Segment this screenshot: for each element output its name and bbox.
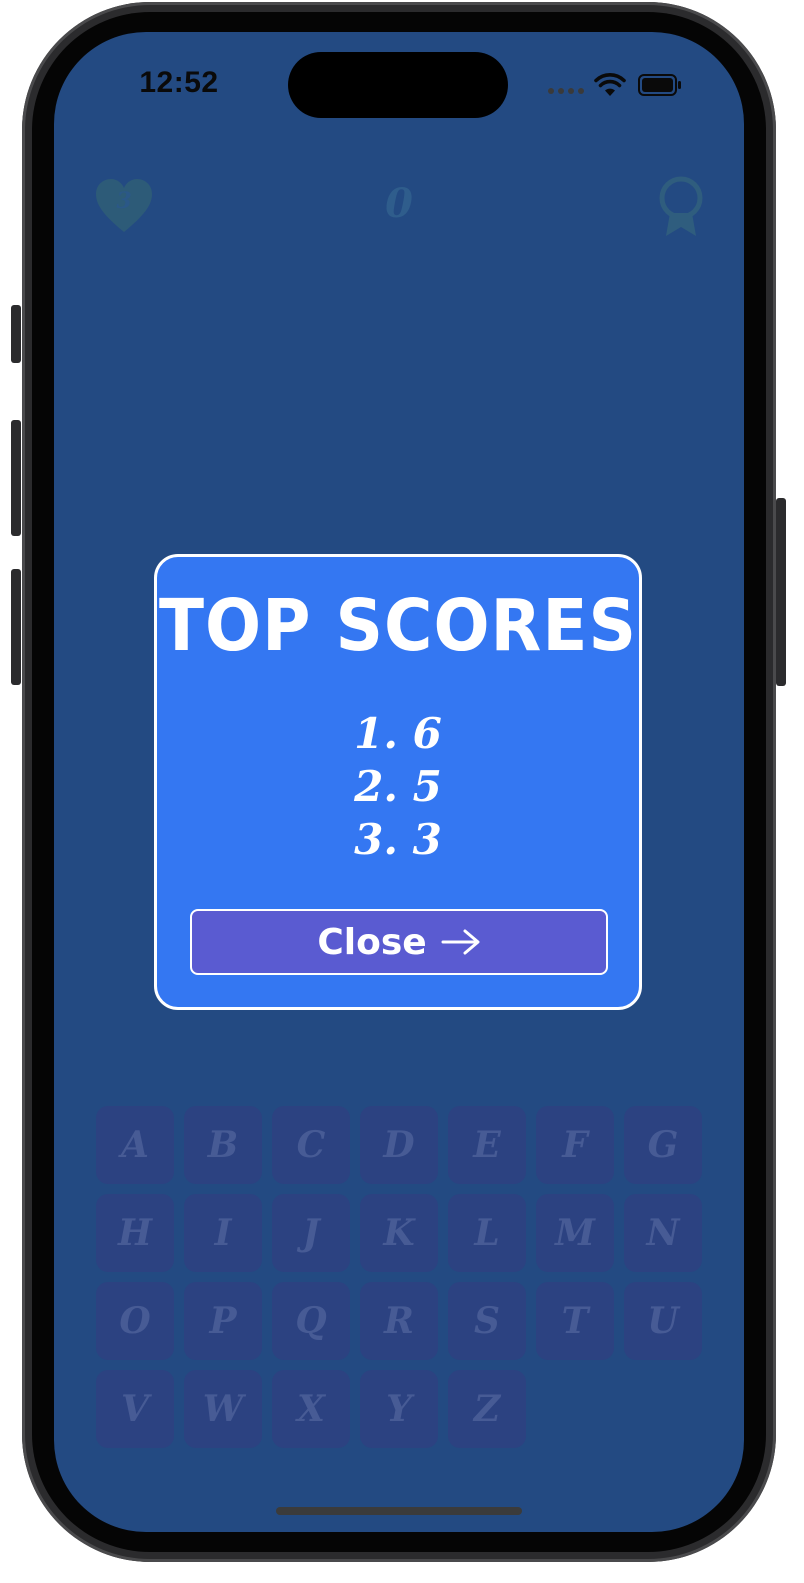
score-entry-3: 3. 3 [354, 815, 442, 864]
top-scores-list: 1. 6 2. 5 3. 3 [157, 707, 639, 866]
power-button [776, 498, 786, 686]
close-button[interactable]: Close [190, 909, 608, 975]
volume-up-button [11, 420, 21, 536]
volume-down-button [11, 569, 21, 685]
score-entry-1: 1. 6 [354, 709, 442, 758]
home-indicator[interactable] [276, 1507, 522, 1515]
modal-overlay: TOP SCORES 1. 6 2. 5 3. 3 Close [54, 32, 744, 1532]
top-scores-dialog: TOP SCORES 1. 6 2. 5 3. 3 Close [154, 554, 642, 1010]
silent-switch [11, 305, 21, 363]
close-button-label: Close [317, 921, 427, 963]
app-screen: 12:52 3 0 A B C D E F G H I J K L M N O … [54, 32, 744, 1532]
arrow-right-icon [441, 929, 480, 955]
dialog-title: TOP SCORES [159, 583, 637, 668]
score-entry-2: 2. 5 [354, 762, 442, 811]
